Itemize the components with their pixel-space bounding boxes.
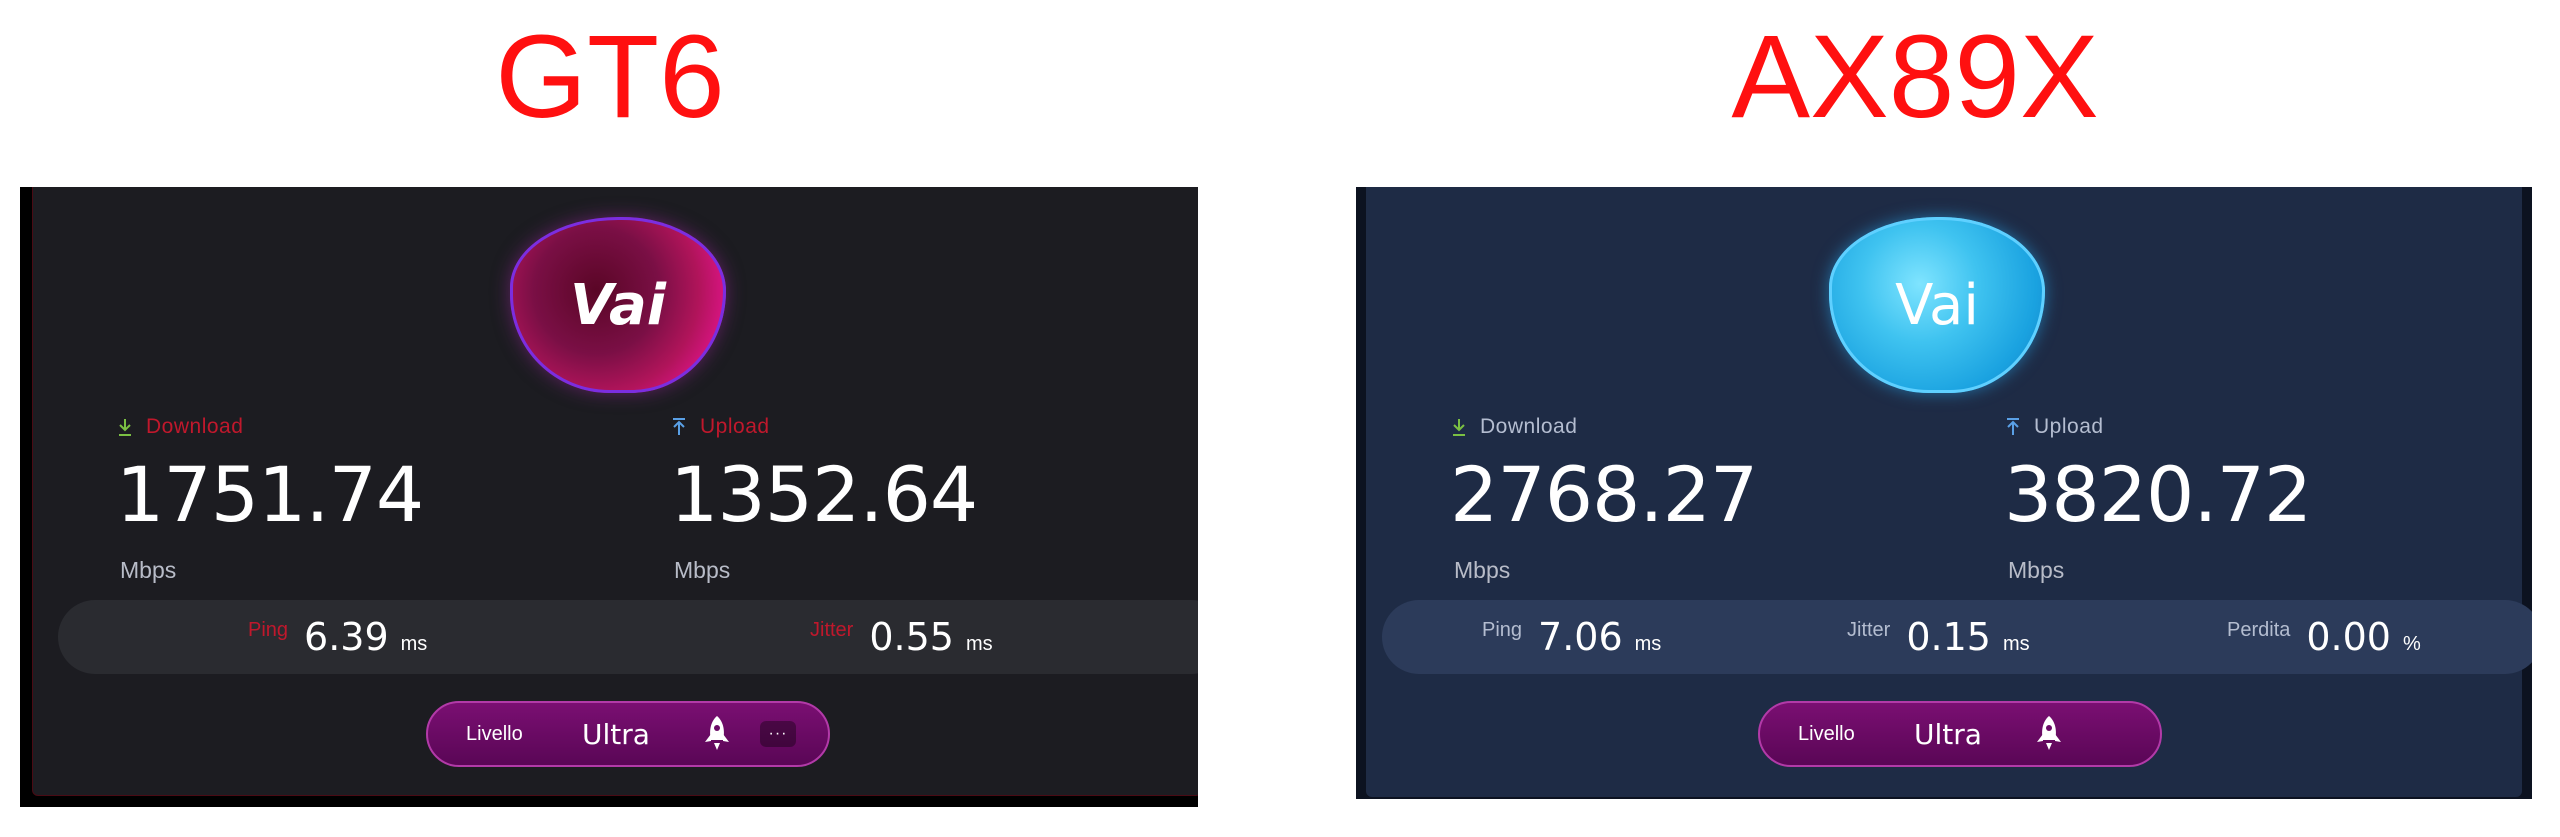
level-value: Ultra [582,717,650,751]
title-ax89x: AX89X [1731,11,2099,143]
title-gt6: GT6 [495,11,725,143]
download-value: 1751.74 [116,450,424,539]
go-button[interactable]: Vai [1829,217,2045,393]
stats-bar: Ping 6.39 ms Jitter 0.55 ms [58,600,1198,674]
rocket-icon [2034,703,2064,765]
loss-stat: Perdita 0.00 % [2227,600,2421,674]
level-label: Livello [1798,722,1855,745]
jitter-unit: ms [2002,632,2030,655]
ping-value: 7.06 [1538,615,1623,659]
speedtest-panel-gt6: Vai Download 1751.74 Mbps Upload 1352.64… [20,187,1198,807]
rocket-icon [702,703,732,765]
level-value: Ultra [1914,717,1982,751]
upload-unit: Mbps [674,557,731,583]
ping-label: Ping [248,618,289,641]
upload-value: 3820.72 [2004,450,2312,539]
download-arrow-icon [1453,419,1465,436]
download-value: 2768.27 [1450,450,1758,539]
ping-unit: ms [1634,632,1662,655]
download-label: Download [146,415,244,438]
loss-label: Perdita [2227,618,2291,641]
loss-value: 0.00 [2306,615,2391,659]
level-label: Livello [466,722,523,745]
go-button[interactable]: Vai [510,217,726,393]
download-metric: Download 2768.27 Mbps [1450,415,1758,584]
download-unit: Mbps [1454,557,1511,583]
go-button-label: Vai [1895,272,1979,338]
upload-label: Upload [2034,415,2104,438]
upload-metric: Upload 1352.64 Mbps [670,415,978,584]
jitter-value: 0.15 [1906,615,1991,659]
jitter-value: 0.55 [869,615,954,659]
ping-stat: Ping 7.06 ms [1482,600,1661,674]
ping-value: 6.39 [304,615,389,659]
upload-unit: Mbps [2008,557,2065,583]
ping-unit: ms [400,632,428,655]
speedtest-panel-ax89x: Vai Download 2768.27 Mbps Upload 3820.72… [1356,187,2532,799]
stats-bar: Ping 7.06 ms Jitter 0.15 ms Perdita 0.00… [1382,600,2532,674]
upload-arrow-icon [673,418,685,435]
download-metric: Download 1751.74 Mbps [116,415,424,584]
level-selector[interactable]: Livello Ultra [1758,701,2162,767]
go-button-label: Vai [570,272,666,338]
loss-unit: % [2402,632,2421,655]
download-label: Download [1480,415,1578,438]
download-arrow-icon [119,419,131,436]
upload-metric: Upload 3820.72 Mbps [2004,415,2312,584]
upload-label: Upload [700,415,770,438]
jitter-stat: Jitter 0.15 ms [1847,600,2030,674]
jitter-unit: ms [965,632,993,655]
jitter-label: Jitter [810,618,854,641]
jitter-stat: Jitter 0.55 ms [810,600,993,674]
upload-arrow-icon [2007,418,2019,435]
more-options-button[interactable]: ··· [760,721,796,747]
ping-label: Ping [1482,618,1523,641]
upload-value: 1352.64 [670,450,978,539]
jitter-label: Jitter [1847,618,1891,641]
level-selector[interactable]: Livello Ultra ··· [426,701,830,767]
ping-stat: Ping 6.39 ms [248,600,427,674]
download-unit: Mbps [120,557,177,583]
